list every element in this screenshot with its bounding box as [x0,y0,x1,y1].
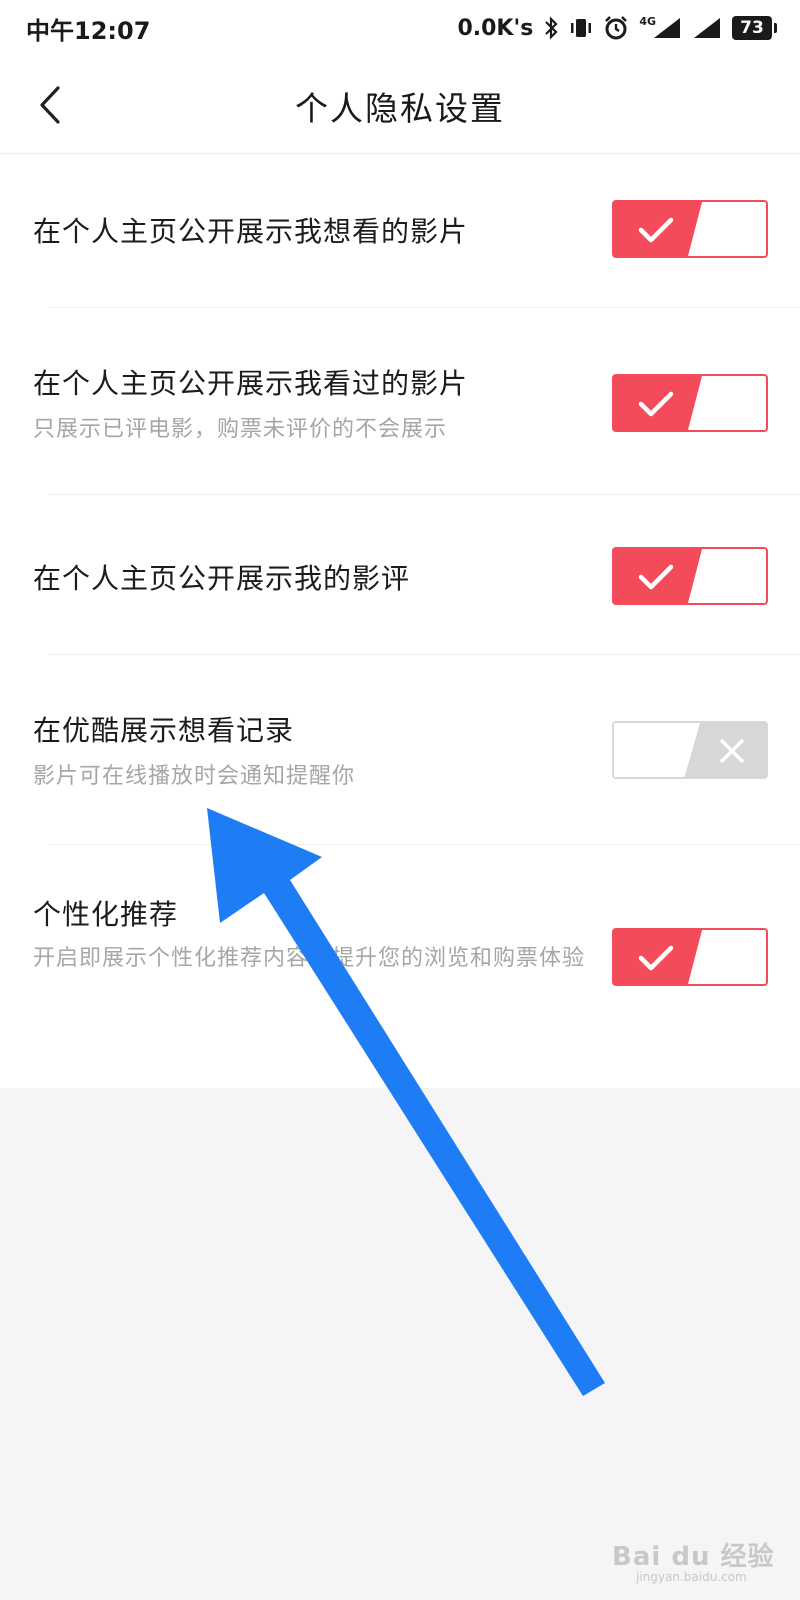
check-icon [638,217,674,243]
signal-icon [654,18,680,38]
setting-title: 在个人主页公开展示我看过的影片 [33,367,469,400]
watermark: Bai du 经验 [612,1542,775,1572]
setting-row-show-want-to-watch: 在个人主页公开展示我想看的影片 [0,154,800,308]
toggle-knob [688,549,766,603]
setting-title: 在优酷展示想看记录 [33,714,295,747]
setting-title: 个性化推荐 [33,898,179,931]
close-icon [720,739,744,763]
setting-subtitle: 开启即展示个性化推荐内容，提升您的浏览和购票体验 [33,946,586,971]
setting-row-youku-history: 在优酷展示想看记录 影片可在线播放时会通知提醒你 [0,655,800,845]
bluetooth-icon [545,16,558,40]
status-time: 中午12:07 [26,16,151,45]
check-icon [638,564,674,590]
status-bar: 中午12:07 0.0K's 4G 73 [0,0,800,56]
toggle-show-reviews[interactable] [612,547,768,605]
setting-title: 在个人主页公开展示我想看的影片 [33,215,469,248]
nav-bar: 个人隐私设置 [0,56,800,154]
watermark-url: jingyan.baidu.com [636,1570,747,1584]
setting-subtitle: 影片可在线播放时会通知提醒你 [33,764,356,789]
toggle-knob [688,930,766,984]
check-icon [638,391,674,417]
toggle-show-watched[interactable] [612,374,768,432]
page-title: 个人隐私设置 [295,89,505,128]
toggle-knob [688,202,766,256]
network-speed: 0.0K's [457,15,534,41]
setting-title: 在个人主页公开展示我的影评 [33,562,411,595]
vibrate-icon [571,19,592,37]
setting-subtitle: 只展示已评电影，购票未评价的不会展示 [33,417,448,442]
setting-row-personalized-recommend: 个性化推荐 开启即展示个性化推荐内容，提升您的浏览和购票体验 [0,845,800,1088]
status-icons: 0.0K's 4G 73 [457,15,777,41]
alarm-icon [605,16,628,40]
battery-level: 73 [740,18,764,38]
signal-icon [694,18,720,38]
check-icon [638,945,674,971]
toggle-youku-history[interactable] [612,721,768,779]
setting-row-show-reviews: 在个人主页公开展示我的影评 [0,495,800,655]
toggle-knob [688,376,766,430]
toggle-show-want-to-watch[interactable] [612,200,768,258]
network-type-label: 4G [639,16,682,40]
battery-icon: 73 [732,16,777,40]
settings-list: 在个人主页公开展示我想看的影片 在个人主页公开展示我看过的影片 只展示已评电影，… [0,154,800,1088]
toggle-personalized-recommend[interactable] [612,928,768,986]
toggle-knob [614,723,700,777]
setting-row-show-watched: 在个人主页公开展示我看过的影片 只展示已评电影，购票未评价的不会展示 [0,308,800,495]
